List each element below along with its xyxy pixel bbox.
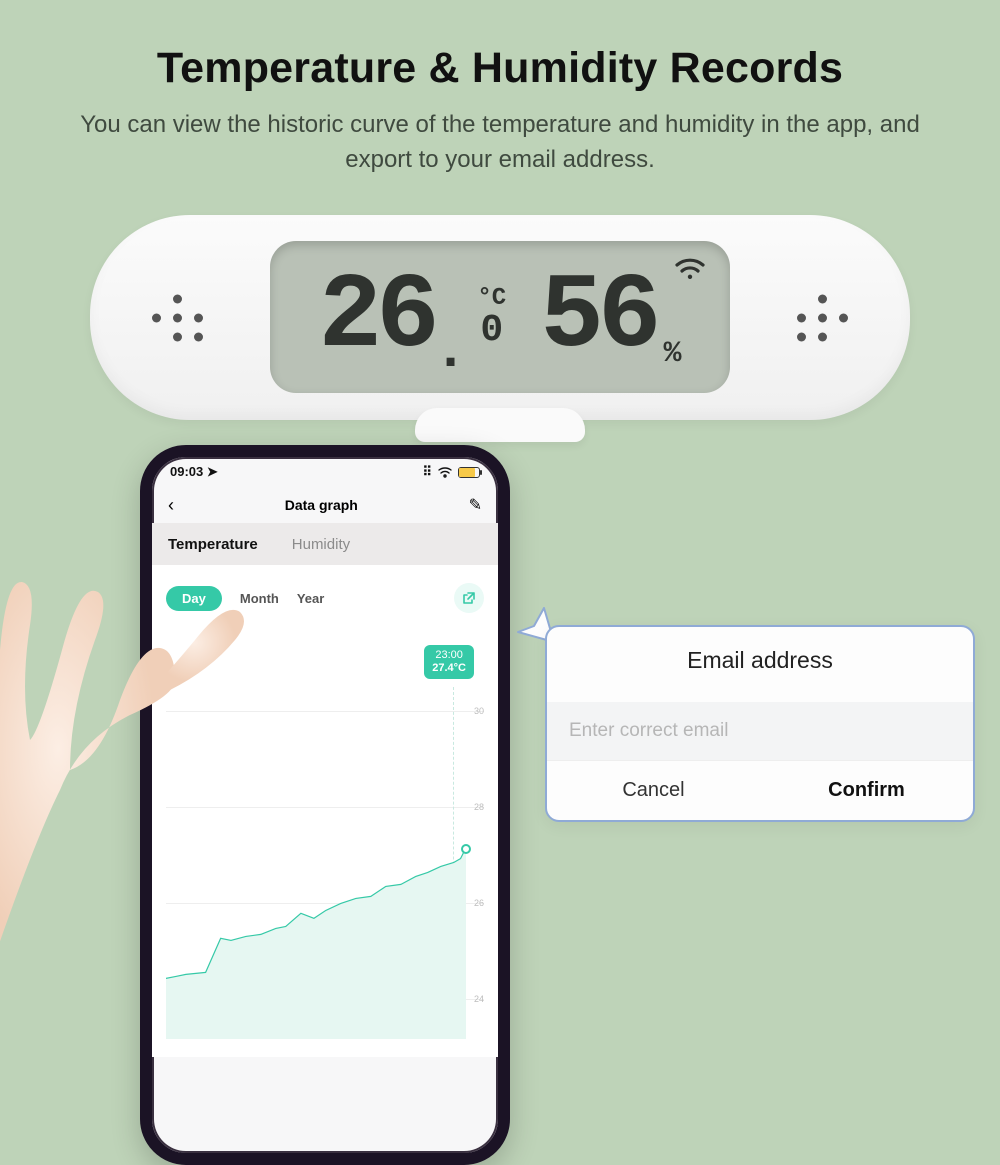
- sensor-device: 26 . °C 0 56 %: [90, 215, 910, 420]
- status-bar: 09:03 ➤ ⠿: [152, 457, 498, 487]
- decimal-point: .: [434, 319, 468, 383]
- tab-bar: Temperature Humidity: [152, 523, 498, 565]
- chart-panel: Day Month Year 30 28 26 24 23:00 27.4°C: [152, 565, 498, 1057]
- screen-title: Data graph: [285, 497, 358, 513]
- temperature-value: 26: [319, 264, 434, 370]
- signal-icon: ⠿: [422, 464, 432, 480]
- edit-icon[interactable]: ✎: [469, 495, 482, 515]
- battery-icon: [458, 467, 480, 478]
- export-button[interactable]: [454, 583, 484, 613]
- humidity-unit: %: [663, 337, 681, 371]
- range-year[interactable]: Year: [297, 591, 324, 606]
- range-month[interactable]: Month: [240, 591, 279, 606]
- location-icon: ➤: [207, 464, 218, 479]
- tab-temperature[interactable]: Temperature: [168, 536, 258, 553]
- temperature-decimal: 0: [480, 312, 503, 350]
- phone-mockup: 09:03 ➤ ⠿ ‹ Data graph ✎ Temperature Hum…: [140, 445, 510, 1165]
- wifi-icon: [672, 255, 708, 281]
- page-subtitle: You can view the historic curve of the t…: [60, 108, 940, 178]
- email-popover: Email address Enter correct email Cancel…: [545, 625, 975, 822]
- cancel-button[interactable]: Cancel: [547, 761, 760, 820]
- app-bar: ‹ Data graph ✎: [152, 487, 498, 523]
- chart-line: [166, 639, 486, 1039]
- back-icon[interactable]: ‹: [168, 495, 174, 516]
- wifi-small-icon: [438, 467, 452, 478]
- humidity-value: 56: [540, 264, 655, 370]
- speaker-holes-left: [152, 294, 203, 341]
- lcd-display: 26 . °C 0 56 %: [270, 241, 730, 393]
- popover-heading: Email address: [547, 647, 973, 674]
- temperature-unit: °C: [477, 285, 506, 312]
- confirm-button[interactable]: Confirm: [760, 761, 973, 820]
- range-day[interactable]: Day: [166, 586, 222, 611]
- page-title: Temperature & Humidity Records: [0, 44, 1000, 93]
- email-input[interactable]: Enter correct email: [547, 702, 973, 760]
- tab-humidity[interactable]: Humidity: [292, 536, 350, 553]
- chart-area: 30 28 26 24 23:00 27.4°C: [166, 639, 484, 1039]
- clock: 09:03: [170, 464, 203, 479]
- range-selector: Day Month Year: [166, 583, 484, 613]
- export-icon: [462, 591, 476, 605]
- speaker-holes-right: [797, 294, 848, 341]
